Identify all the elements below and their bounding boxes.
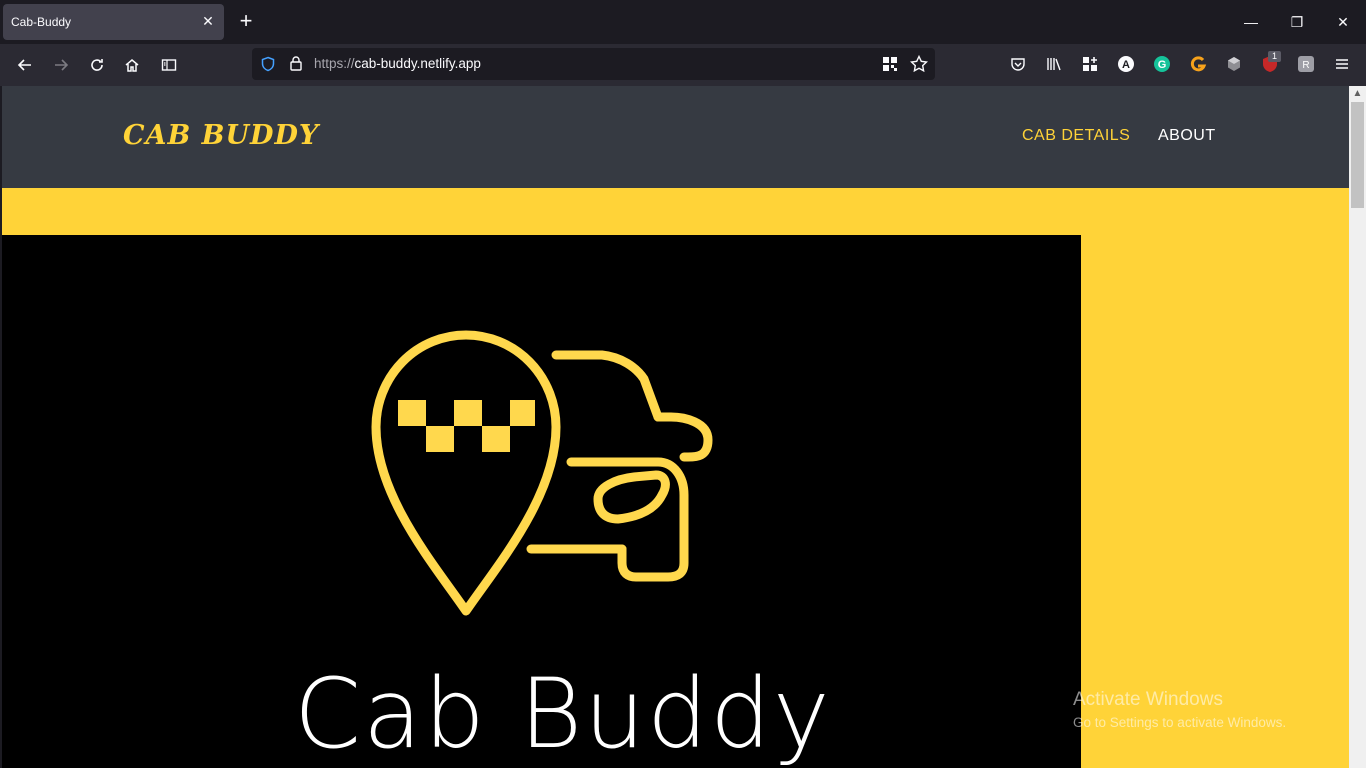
g-orange-extension-icon[interactable] (1188, 54, 1208, 74)
url-host: cab-buddy.netlify.app (354, 56, 481, 71)
app-menu-icon[interactable] (1332, 54, 1352, 74)
tracking-protection-icon[interactable] (260, 56, 276, 77)
qr-code-icon[interactable] (882, 56, 898, 77)
forward-icon[interactable] (47, 51, 75, 79)
pocket-icon[interactable] (1008, 54, 1028, 74)
extension-badge: 1 (1268, 51, 1281, 62)
site-brand[interactable]: CAB BUDDY (123, 120, 319, 151)
nav-cab-details[interactable]: CAB DETAILS (1022, 127, 1130, 145)
svg-text:A: A (1122, 59, 1130, 71)
tab-title: Cab-Buddy (11, 15, 72, 29)
library-icon[interactable] (1044, 54, 1064, 74)
nav-about[interactable]: ABOUT (1158, 127, 1216, 145)
grammarly-icon[interactable]: G (1152, 54, 1172, 74)
watermark-line-2: Go to Settings to activate Windows. (1073, 715, 1287, 730)
sidebar-icon[interactable] (155, 51, 183, 79)
url-text[interactable]: https://cab-buddy.netlify.app (314, 56, 481, 71)
cube-extension-icon[interactable] (1224, 54, 1244, 74)
watermark-line-1: Activate Windows (1073, 689, 1223, 710)
restore-icon[interactable]: ❐ (1283, 8, 1311, 36)
svg-text:G: G (1158, 59, 1167, 71)
bookmark-star-icon[interactable] (909, 54, 929, 78)
home-icon[interactable] (118, 51, 146, 79)
reload-icon[interactable] (83, 51, 111, 79)
window-close-icon[interactable]: ✕ (1329, 8, 1357, 36)
scrollbar-thumb[interactable] (1351, 102, 1364, 208)
lock-icon[interactable] (288, 55, 304, 76)
web-page: CAB BUDDY CAB DETAILS ABOUT Cab Buddy (2, 86, 1349, 768)
windows-activation-watermark: Activate Windows Go to Settings to activ… (1073, 689, 1286, 730)
browser-tab[interactable]: Cab-Buddy ✕ (3, 4, 224, 40)
extensions-grid-icon[interactable] (1080, 54, 1100, 74)
minimize-icon[interactable]: — (1237, 8, 1265, 36)
svg-text:R: R (1302, 60, 1309, 71)
taxi-logo-icon (371, 330, 713, 616)
hero-title: Cab Buddy (294, 658, 832, 768)
scroll-up-arrow-icon[interactable]: ▲ (1349, 86, 1366, 102)
new-tab-button[interactable]: + (234, 10, 258, 34)
tab-strip: Cab-Buddy ✕ + — ❐ ✕ (0, 0, 1366, 44)
hero-section: Cab Buddy (2, 235, 1081, 768)
address-bar[interactable]: https://cab-buddy.netlify.app (252, 48, 935, 80)
back-icon[interactable] (11, 51, 39, 79)
close-tab-icon[interactable]: ✕ (200, 13, 216, 29)
account-a-icon[interactable]: A (1116, 54, 1136, 74)
r-extension-icon[interactable]: R (1296, 54, 1316, 74)
url-protocol: https:// (314, 56, 355, 71)
site-header: CAB BUDDY CAB DETAILS ABOUT (2, 86, 1349, 188)
